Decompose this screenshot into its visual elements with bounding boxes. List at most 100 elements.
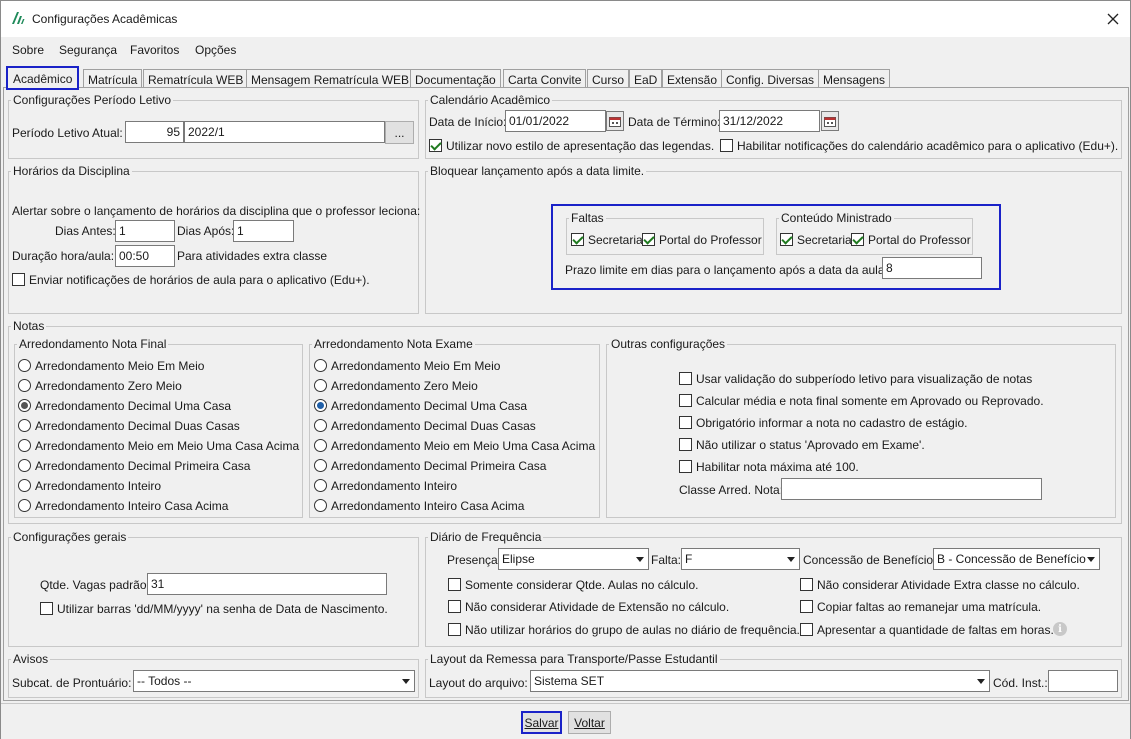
layout-arquivo-value: Sistema SET	[534, 674, 605, 688]
conteudo-secretaria-checkbox[interactable]	[780, 233, 793, 246]
arred-final-radio-label-7: Arredondamento Inteiro Casa Acima	[35, 499, 229, 513]
dias-apos-field[interactable]: 1	[233, 220, 294, 242]
save-button[interactable]: Salvar	[521, 711, 562, 734]
close-button[interactable]	[1099, 5, 1127, 33]
duracao-field[interactable]: 00:50	[115, 245, 175, 267]
novo-estilo-checkbox[interactable]	[429, 139, 442, 152]
vagas-field[interactable]: 31	[147, 573, 387, 595]
diario-right-label-1: Copiar faltas ao remanejar uma matrícula…	[817, 600, 1042, 614]
subcat-select[interactable]: -- Todos --	[133, 670, 415, 692]
data-termino-field[interactable]: 31/12/2022	[719, 110, 820, 132]
arred-exame-radio-3[interactable]	[314, 419, 327, 432]
outras-checkbox-3[interactable]	[679, 438, 692, 451]
arred-exame-radio-2[interactable]	[314, 399, 327, 412]
layout-arquivo-select[interactable]: Sistema SET	[530, 670, 990, 692]
dias-antes-field[interactable]: 1	[115, 220, 175, 242]
falta-label: Falta:	[651, 553, 682, 567]
presenca-select[interactable]: Elipse	[498, 548, 649, 570]
extra-classe-label: Para atividades extra classe	[177, 249, 328, 263]
classe-arred-field[interactable]	[781, 478, 1042, 500]
periodo-value-field[interactable]: 2022/1	[184, 121, 385, 143]
diario-right-checkbox-1[interactable]	[800, 600, 813, 613]
menu-seguranca[interactable]: Segurança	[59, 43, 117, 57]
save-button-label: Salvar	[524, 715, 559, 730]
arred-exame-radio-label-5: Arredondamento Decimal Primeira Casa	[331, 459, 547, 473]
arred-exame-radio-label-1: Arredondamento Zero Meio	[331, 379, 478, 393]
outras-checkbox-1[interactable]	[679, 394, 692, 407]
outras-config-legend: Outras configurações	[611, 337, 726, 351]
layout-legend: Layout da Remessa para Transporte/Passe …	[430, 652, 718, 666]
arred-exame-radio-7[interactable]	[314, 499, 327, 512]
faltas-portal-checkbox[interactable]	[642, 233, 655, 246]
faltas-legend: Faltas	[571, 211, 604, 225]
calendar-picker-termino[interactable]	[821, 111, 839, 131]
diario-left-checkbox-0[interactable]	[448, 578, 461, 591]
periodo-code-field[interactable]: 95	[125, 121, 184, 143]
arred-exame-radio-4[interactable]	[314, 439, 327, 452]
presenca-label: Presença:	[447, 553, 502, 567]
prazo-field[interactable]: 8	[882, 257, 982, 279]
periodo-browse-button[interactable]: ...	[385, 121, 414, 144]
arred-final-radio-2[interactable]	[18, 399, 31, 412]
conteudo-portal-checkbox[interactable]	[851, 233, 864, 246]
barras-checkbox[interactable]	[40, 602, 53, 615]
arred-exame-radio-label-0: Arredondamento Meio Em Meio	[331, 359, 501, 373]
menu-opcoes[interactable]: Opções	[195, 43, 236, 57]
arred-final-radio-3[interactable]	[18, 419, 31, 432]
diario-right-checkbox-0[interactable]	[800, 578, 813, 591]
beneficio-select[interactable]: B - Concessão de Benefício	[933, 548, 1100, 570]
arred-final-radio-1[interactable]	[18, 379, 31, 392]
arred-final-radio-6[interactable]	[18, 479, 31, 492]
conteudo-portal-label: Portal do Professor	[868, 233, 971, 247]
back-button[interactable]: Voltar	[568, 711, 611, 734]
menu-favoritos[interactable]: Favoritos	[130, 43, 179, 57]
arred-exame-radio-1[interactable]	[314, 379, 327, 392]
window-title: Configurações Acadêmicas	[32, 12, 178, 26]
calendar-icon	[609, 116, 621, 127]
outras-checkbox-2[interactable]	[679, 416, 692, 429]
arred-final-radio-label-2: Arredondamento Decimal Uma Casa	[35, 399, 232, 413]
arred-exame-radio-6[interactable]	[314, 479, 327, 492]
alertar-label: Alertar sobre o lançamento de horários d…	[12, 204, 421, 218]
periodo-label: Período Letivo Atual:	[12, 126, 123, 140]
menu-sobre[interactable]: Sobre	[12, 43, 44, 57]
calendar-picker-inicio[interactable]	[606, 111, 624, 131]
data-termino-label: Data de Término:	[628, 115, 721, 129]
arred-final-radio-5[interactable]	[18, 459, 31, 472]
arred-final-radio-7[interactable]	[18, 499, 31, 512]
tab-academico[interactable]: Acadêmico	[6, 66, 80, 90]
data-inicio-label: Data de Início:	[429, 115, 507, 129]
cod-inst-label: Cód. Inst.:	[993, 676, 1048, 690]
info-icon[interactable]: i	[1053, 622, 1067, 636]
arred-exame-radio-0[interactable]	[314, 359, 327, 372]
arred-final-radio-4[interactable]	[18, 439, 31, 452]
diario-left-label-2: Não utilizar horários do grupo de aulas …	[465, 623, 800, 637]
notificacoes-calendario-checkbox[interactable]	[720, 139, 733, 152]
window: Configurações Acadêmicas Sobre Segurança…	[0, 0, 1131, 739]
layout-arquivo-label: Layout do arquivo:	[429, 676, 528, 690]
subcat-value: -- Todos --	[137, 674, 192, 688]
arred-exame-radio-5[interactable]	[314, 459, 327, 472]
faltas-portal-label: Portal do Professor	[659, 233, 762, 247]
falta-select[interactable]: F	[681, 548, 800, 570]
data-inicio-field[interactable]: 01/01/2022	[505, 110, 606, 132]
arred-exame-radio-label-3: Arredondamento Decimal Duas Casas	[331, 419, 536, 433]
bloquear-legend: Bloquear lançamento após a data limite.	[430, 164, 645, 178]
horarios-legend: Horários da Disciplina	[13, 164, 130, 178]
close-icon	[1107, 13, 1119, 25]
diario-right-checkbox-2[interactable]	[800, 623, 813, 636]
outras-checkbox-4[interactable]	[679, 460, 692, 473]
outras-label-0: Usar validação do subperíodo letivo para…	[696, 372, 1033, 386]
arred-final-radio-0[interactable]	[18, 359, 31, 372]
outras-label-4: Habilitar nota máxima até 100.	[696, 460, 859, 474]
diario-right-label-0: Não considerar Atividade Extra classe no…	[817, 578, 1080, 592]
cod-inst-field[interactable]	[1048, 670, 1118, 692]
arred-final-radio-label-6: Arredondamento Inteiro	[35, 479, 162, 493]
faltas-secretaria-checkbox[interactable]	[571, 233, 584, 246]
enviar-notificacoes-checkbox[interactable]	[12, 273, 25, 286]
diario-left-checkbox-2[interactable]	[448, 623, 461, 636]
diario-left-checkbox-1[interactable]	[448, 600, 461, 613]
outras-checkbox-0[interactable]	[679, 372, 692, 385]
dias-apos-label: Dias Após:	[177, 224, 235, 238]
faltas-secretaria-label: Secretaria	[588, 233, 643, 247]
